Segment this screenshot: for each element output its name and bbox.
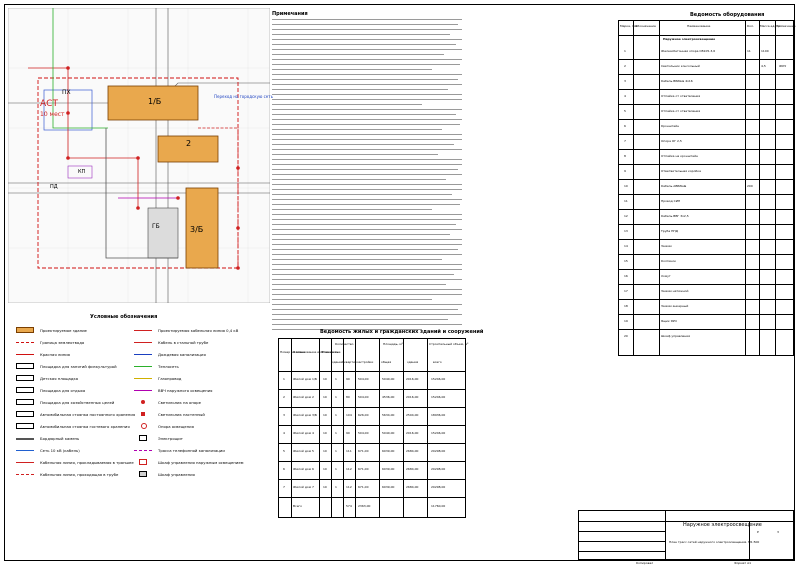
table-row-total: Всего 574 2363,00 11760,00 bbox=[293, 504, 446, 508]
table-row: 2 Жилой дом 2 10 1 80 504,00 4536,00 2016,00 152… bbox=[279, 389, 465, 408]
plan-label-2: 2 bbox=[186, 139, 192, 148]
spec-h1: Обозначение bbox=[635, 24, 656, 28]
site-plan bbox=[8, 8, 270, 303]
spec-row: 8 Отпайка на кронштейн bbox=[619, 149, 793, 165]
legend: Проектируемое здание Граница землеотвода… bbox=[16, 326, 266, 546]
plan-label-3b: 3/Б bbox=[190, 225, 204, 234]
plan-label-1b: 1/Б bbox=[148, 97, 162, 106]
stamp-subtitle: План трасс сетей наружного электроосвеще… bbox=[669, 540, 760, 544]
spec-row: 10 Кабель АВБбШв 200 bbox=[619, 179, 793, 195]
spec-h2: Наименование bbox=[687, 24, 711, 28]
spec-row: 7 Опора ОГ 2,5 bbox=[619, 134, 793, 150]
table-row: 7 Жилой дом 7 10 1 112 671,00 6039,00 2684,00 20… bbox=[279, 479, 465, 498]
plan-label-pd: ПД bbox=[50, 184, 58, 190]
legend-title: Условные обозначения bbox=[90, 314, 158, 320]
spec-row: 5 Отпайка от ответвления bbox=[619, 104, 793, 120]
spec-h3: Кол. bbox=[747, 24, 754, 28]
spec-row: 2 Светильник консольный 4,5 ЖКУ bbox=[619, 59, 793, 75]
spec-table: Марка, поз. Обозначение Наименование Кол… bbox=[618, 20, 796, 356]
spec-title: Ведомость оборудования bbox=[690, 12, 765, 18]
buildings-table-title: Ведомость жилых и гражданских зданий и с… bbox=[320, 329, 484, 335]
stamp-title: Наружное электроосвещение bbox=[683, 522, 762, 528]
table-row: 4 Жилой дом 4 10 1 90 504,00 5040,00 2016,00 152… bbox=[279, 425, 465, 444]
spec-row: 1 Железобетонная опора СВ105-3,6 11 1100 bbox=[619, 44, 793, 60]
spec-row: 14 Зажим bbox=[619, 239, 793, 255]
spec-row: 12 Кабель ВВГ 3х2,5 bbox=[619, 209, 793, 225]
plan-label-gb: ГБ bbox=[152, 223, 160, 230]
spec-row: 11 Провод СИП bbox=[619, 194, 793, 210]
spec-row: 19 Ящик ЯУО bbox=[619, 314, 793, 330]
spec-row: 17 Зажим натяжной bbox=[619, 284, 793, 300]
spec-row: 20 Шкаф управления bbox=[624, 334, 691, 338]
table-row: 5 Жилой дом 5 10 1 111 671,00 6039,00 2684,00 20… bbox=[279, 443, 465, 462]
spec-row: 6 Кронштейн bbox=[619, 119, 793, 135]
spec-row: 13 Труба ПНД bbox=[619, 224, 793, 240]
building-gb bbox=[147, 207, 179, 259]
plan-label-pkh: ПХ bbox=[62, 89, 71, 96]
spec-row: 18 Зажим анкерный bbox=[619, 299, 793, 315]
table-row: 6 Жилой дом 6 10 1 112 671,00 6039,00 2684,00 20… bbox=[279, 461, 465, 480]
stamp-sheet: 3 bbox=[777, 530, 779, 534]
spec-section: Наружное электроосвещение bbox=[663, 37, 716, 41]
stamp-stage: Р bbox=[757, 530, 759, 534]
spec-row: 15 Колпачок bbox=[619, 254, 793, 270]
plan-note: Переход на городскую сеть bbox=[214, 94, 273, 99]
table-row: 1 Жилой дом 1/Б 10 1 90 504,00 5040,00 2016,00 1… bbox=[279, 371, 465, 390]
buildings-table: Номер на плане Наименование и обозначени… bbox=[278, 338, 468, 518]
plan-label-ast: АСТ bbox=[40, 99, 58, 109]
notes-body bbox=[272, 11, 464, 341]
spec-row: 4 Отпайка от ответвления bbox=[619, 89, 793, 105]
title-block: Наружное электроосвещение План трасс сет… bbox=[578, 510, 794, 561]
spec-row: 16 Хомут bbox=[619, 269, 793, 285]
spec-h5: Примечание bbox=[776, 24, 796, 28]
table-row: 3 Жилой дом 3/Б 10 1 104 626,00 5634,00 2504,00… bbox=[279, 407, 465, 426]
spec-row: 9 Ответвительная коробка bbox=[619, 164, 793, 180]
plan-label-park: 10 мест bbox=[40, 111, 65, 118]
plan-label-kp: КП bbox=[78, 169, 86, 175]
spec-row: 3 Кабель ВБбШв 4х16 bbox=[619, 74, 793, 90]
